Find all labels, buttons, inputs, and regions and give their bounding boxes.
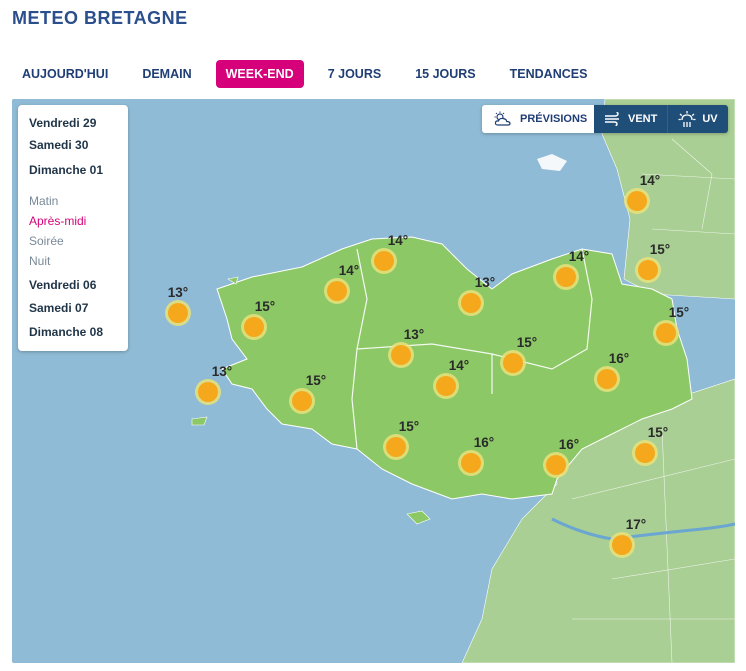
temperature-label: 15°	[517, 335, 537, 350]
mode-vent-label: VENT	[628, 113, 658, 125]
period-apres-midi[interactable]: Après-midi	[29, 214, 86, 228]
temperature-label: 14°	[569, 249, 589, 264]
mode-previsions-label: PRÉVISIONS	[520, 113, 588, 125]
sun-icon	[374, 251, 394, 271]
day-samedi-07[interactable]: Samedi 07	[29, 301, 88, 315]
tab-7-jours[interactable]: 7 JOURS	[318, 60, 392, 88]
sun-icon	[627, 191, 647, 211]
day-dimanche-08[interactable]: Dimanche 08	[29, 325, 103, 339]
mode-vent-button[interactable]: VENT	[594, 105, 668, 133]
forecast-tabs: AUJOURD'HUI DEMAIN WEEK-END 7 JOURS 15 J…	[12, 60, 611, 88]
mode-previsions-button[interactable]: PRÉVISIONS	[482, 105, 594, 133]
sun-icon	[461, 293, 481, 313]
sun-icon	[546, 455, 566, 475]
temperature-label: 14°	[388, 233, 408, 248]
mode-uv-button[interactable]: UV	[667, 105, 728, 133]
temperature-label: 16°	[609, 351, 629, 366]
sun-icon	[656, 323, 676, 343]
sun-icon	[635, 443, 655, 463]
sun-icon	[556, 267, 576, 287]
temperature-label: 15°	[306, 373, 326, 388]
map-mode-switcher: PRÉVISIONS VENT UV	[482, 105, 728, 133]
sun-icon	[244, 317, 264, 337]
day-dimanche-01[interactable]: Dimanche 01	[29, 163, 103, 177]
sun-icon	[391, 345, 411, 365]
temperature-label: 15°	[255, 299, 275, 314]
tab-aujourdhui[interactable]: AUJOURD'HUI	[12, 60, 118, 88]
temperature-label: 16°	[559, 437, 579, 452]
sun-icon	[327, 281, 347, 301]
period-matin[interactable]: Matin	[29, 194, 58, 208]
temperature-label: 14°	[339, 263, 359, 278]
sun-icon	[292, 391, 312, 411]
tab-week-end[interactable]: WEEK-END	[215, 60, 304, 88]
uv-sun-icon	[678, 111, 696, 127]
forecast-marker[interactable]: 13°	[165, 285, 191, 326]
mode-uv-label: UV	[702, 113, 718, 125]
sun-icon	[168, 303, 188, 323]
temperature-label: 15°	[399, 419, 419, 434]
temperature-label: 14°	[640, 173, 660, 188]
day-samedi-30[interactable]: Samedi 30	[29, 138, 88, 152]
day-vendredi-29[interactable]: Vendredi 29	[29, 116, 96, 130]
sun-icon	[612, 535, 632, 555]
temperature-label: 17°	[626, 517, 646, 532]
temperature-label: 13°	[404, 327, 424, 342]
temperature-label: 15°	[669, 305, 689, 320]
period-soiree[interactable]: Soirée	[29, 234, 64, 248]
wind-icon	[604, 112, 622, 126]
temperature-label: 13°	[212, 364, 232, 379]
temperature-label: 16°	[474, 435, 494, 450]
tab-demain[interactable]: DEMAIN	[132, 60, 201, 88]
sun-icon	[386, 437, 406, 457]
period-nuit[interactable]: Nuit	[29, 254, 50, 268]
tab-15-jours[interactable]: 15 JOURS	[405, 60, 485, 88]
temperature-label: 15°	[650, 242, 670, 257]
sun-icon	[638, 260, 658, 280]
day-selector-panel: Vendredi 29 Samedi 30 Dimanche 01 Matin …	[18, 105, 128, 351]
sun-icon	[597, 369, 617, 389]
sun-icon	[503, 353, 523, 373]
app-title: METEO BRETAGNE	[12, 8, 188, 28]
temperature-label: 14°	[449, 358, 469, 373]
temperature-label: 13°	[168, 285, 188, 300]
temperature-label: 15°	[648, 425, 668, 440]
day-vendredi-06[interactable]: Vendredi 06	[29, 278, 96, 292]
sun-icon	[198, 382, 218, 402]
cloud-sun-icon	[492, 111, 514, 127]
sun-icon	[436, 376, 456, 396]
tab-tendances[interactable]: TENDANCES	[500, 60, 598, 88]
temperature-label: 13°	[475, 275, 495, 290]
sun-icon	[461, 453, 481, 473]
